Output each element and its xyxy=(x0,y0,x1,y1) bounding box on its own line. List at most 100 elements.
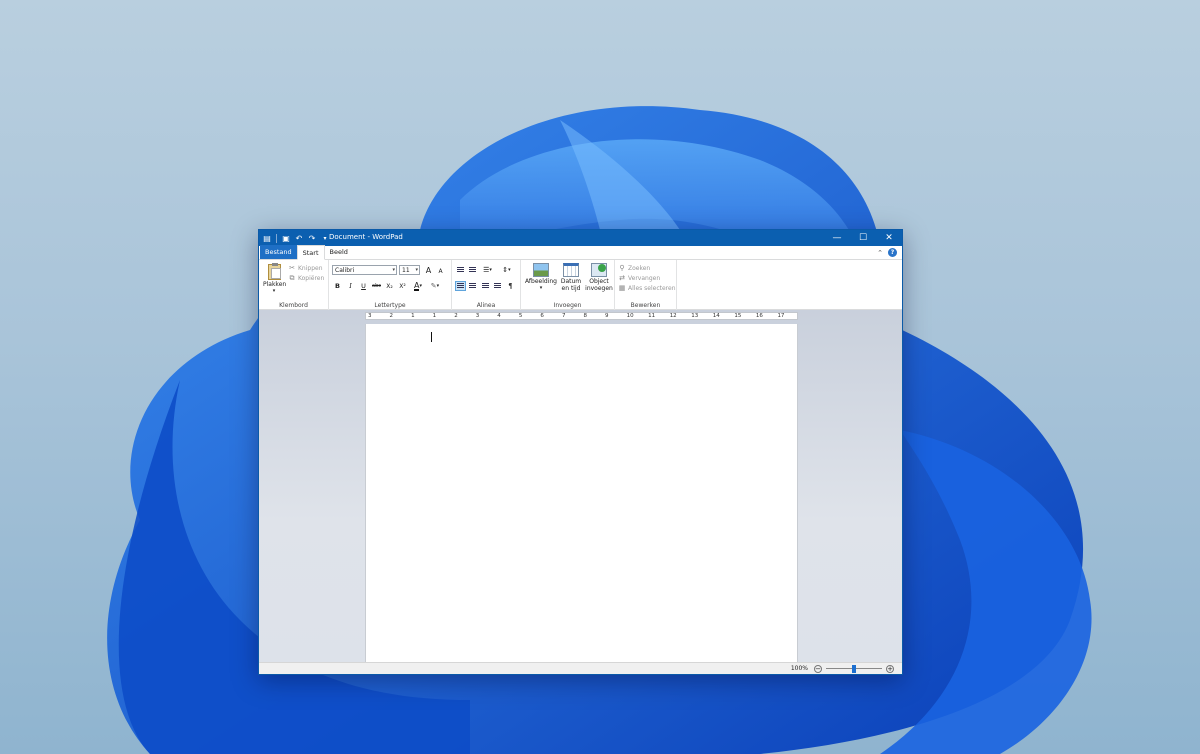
tab-beeld[interactable]: Beeld xyxy=(325,245,353,259)
replace-label: Vervangen xyxy=(628,274,661,282)
copy-button[interactable]: ⧉ Kopiëren xyxy=(288,273,325,283)
ruler-number: 1 xyxy=(411,313,415,319)
align-left-button[interactable] xyxy=(455,281,466,291)
increase-indent-icon xyxy=(469,267,476,273)
strikethrough-button[interactable]: abc xyxy=(371,281,382,291)
tab-bestand[interactable]: Bestand xyxy=(260,245,297,259)
decrease-indent-icon xyxy=(457,267,464,273)
redo-icon[interactable]: ↷ xyxy=(307,233,317,243)
picture-icon xyxy=(533,263,549,277)
editing-group: ⚲ Zoeken ⇄ Vervangen ▦ Alles selecteren Bew… xyxy=(615,260,677,310)
ruler-number: 11 xyxy=(648,313,656,319)
cut-label: Knippen xyxy=(298,264,323,272)
font-family-combo[interactable]: Calibri ▾ xyxy=(332,265,397,275)
tab-right-controls: ⌃ ? xyxy=(877,248,897,257)
zoom-slider-thumb[interactable] xyxy=(852,664,856,673)
font-family-value: Calibri xyxy=(335,266,355,274)
italic-button[interactable]: I xyxy=(345,281,356,291)
document-area: 3 2 1 1 2 3 4 5 6 7 8 9 10 11 12 13 14 15 16 17 xyxy=(259,310,902,662)
paragraph-group-label: Alinea xyxy=(476,302,496,309)
paste-label: Plakken xyxy=(263,281,287,288)
zoom-in-button[interactable]: + xyxy=(886,664,894,673)
justify-icon xyxy=(494,283,501,289)
zoom-out-button[interactable]: − xyxy=(814,664,822,673)
zoom-level-label: 100% xyxy=(790,665,808,672)
ruler-number: 9 xyxy=(605,313,609,319)
shrink-font-button[interactable]: A xyxy=(435,266,446,276)
underline-button[interactable]: U xyxy=(358,281,369,291)
text-caret xyxy=(431,332,432,342)
align-left-icon xyxy=(457,283,464,289)
chevron-down-icon: ▾ xyxy=(436,283,440,289)
find-button[interactable]: ⚲ Zoeken xyxy=(618,263,676,273)
window-controls: — ☐ ✕ xyxy=(824,230,902,246)
calendar-icon xyxy=(563,263,579,277)
chevron-down-icon: ▾ xyxy=(419,283,422,289)
document-page[interactable] xyxy=(365,324,798,662)
ruler-number: 16 xyxy=(755,313,763,319)
help-icon[interactable]: ? xyxy=(888,248,897,257)
editing-group-label: Bewerken xyxy=(630,302,661,309)
increase-indent-button[interactable] xyxy=(467,265,478,275)
picture-button[interactable]: Afbeelding ▾ xyxy=(524,263,558,292)
font-size-value: 11 xyxy=(402,266,410,274)
highlight-button[interactable]: ✎ ▾ xyxy=(428,281,442,291)
insert-group-label: Invoegen xyxy=(553,302,582,309)
collapse-ribbon-icon[interactable]: ⌃ xyxy=(877,249,883,257)
object-badge-icon xyxy=(598,264,606,272)
ruler[interactable]: 3 2 1 1 2 3 4 5 6 7 8 9 10 11 12 13 14 15 16 17 xyxy=(365,312,798,320)
minimize-button[interactable]: — xyxy=(824,230,850,246)
close-button[interactable]: ✕ xyxy=(876,230,902,246)
object-label-1: Object xyxy=(589,278,609,285)
bold-button[interactable]: B xyxy=(332,281,343,291)
font-color-button[interactable]: A ▾ xyxy=(411,281,425,291)
chevron-down-icon: ▾ xyxy=(392,267,395,273)
paste-dropdown-icon[interactable]: ▾ xyxy=(263,288,285,294)
wordpad-app-icon[interactable]: ▤ xyxy=(262,233,272,243)
align-center-button[interactable] xyxy=(467,281,478,291)
paste-button[interactable]: Plakken ▾ xyxy=(263,263,287,294)
copy-icon: ⧉ xyxy=(289,273,295,282)
ruler-number: 13 xyxy=(691,313,699,319)
font-size-combo[interactable]: 11 ▾ xyxy=(399,265,420,275)
decrease-indent-button[interactable] xyxy=(455,265,466,275)
select-all-label: Alles selecteren xyxy=(628,284,676,292)
paragraph-group: ☰ ▾ ⇕ ▾ ¶ Alinea xyxy=(452,260,521,310)
wordpad-window: ▤ ▣ ↶ ↷ ▾ Document - WordPad — ☐ ✕ Besta… xyxy=(258,229,903,675)
subscript-button[interactable]: X₂ xyxy=(384,281,395,291)
find-label: Zoeken xyxy=(628,264,651,272)
align-right-button[interactable] xyxy=(480,281,491,291)
object-label-2: invoegen xyxy=(585,285,613,292)
replace-button[interactable]: ⇄ Vervangen xyxy=(618,273,676,283)
window-title: Document - WordPad xyxy=(329,233,403,241)
qat-separator xyxy=(276,233,277,243)
bullets-button[interactable]: ☰ ▾ xyxy=(480,265,495,275)
zoom-slider[interactable] xyxy=(826,664,882,673)
picture-label: Afbeelding xyxy=(525,278,557,285)
ruler-number: 12 xyxy=(669,313,677,319)
ruler-number: 1 xyxy=(432,313,437,319)
ruler-number: 6 xyxy=(540,313,544,319)
chevron-down-icon: ▾ xyxy=(415,267,418,273)
grow-font-button[interactable]: A xyxy=(423,265,434,275)
line-spacing-button[interactable]: ⇕ ▾ xyxy=(499,265,514,275)
select-all-button[interactable]: ▦ Alles selecteren xyxy=(618,283,676,293)
save-icon[interactable]: ▣ xyxy=(281,233,291,243)
superscript-button[interactable]: X² xyxy=(397,281,408,291)
tab-start[interactable]: Start xyxy=(296,245,325,260)
cut-button[interactable]: ✂ Knippen xyxy=(288,263,324,273)
ruler-number: 10 xyxy=(626,313,634,319)
justify-button[interactable] xyxy=(492,281,503,291)
ruler-number: 3 xyxy=(368,313,372,319)
paragraph-settings-button[interactable]: ¶ xyxy=(505,281,516,291)
datetime-button[interactable]: Datum en tijd xyxy=(559,263,583,292)
title-bar[interactable]: ▤ ▣ ↶ ↷ ▾ Document - WordPad — ☐ ✕ xyxy=(259,230,902,246)
paragraph-icon: ¶ xyxy=(508,282,513,290)
maximize-button[interactable]: ☐ xyxy=(850,230,876,246)
undo-icon[interactable]: ↶ xyxy=(294,233,304,243)
align-right-icon xyxy=(482,283,489,289)
font-group: Calibri ▾ 11 ▾ A A B I U abc X₂ X² A ▾ ✎ ▾ L… xyxy=(329,260,452,310)
ruler-number: 3 xyxy=(475,313,480,319)
insert-object-button[interactable]: Object invoegen xyxy=(585,263,613,292)
ruler-number: 5 xyxy=(518,313,523,319)
